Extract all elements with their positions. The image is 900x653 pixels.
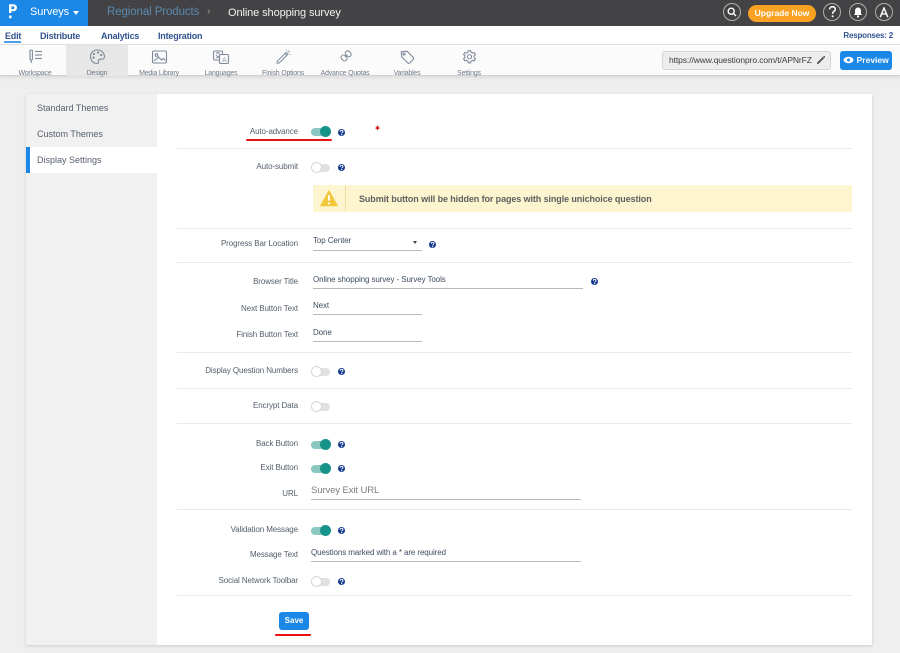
svg-text:A: A xyxy=(222,57,227,64)
